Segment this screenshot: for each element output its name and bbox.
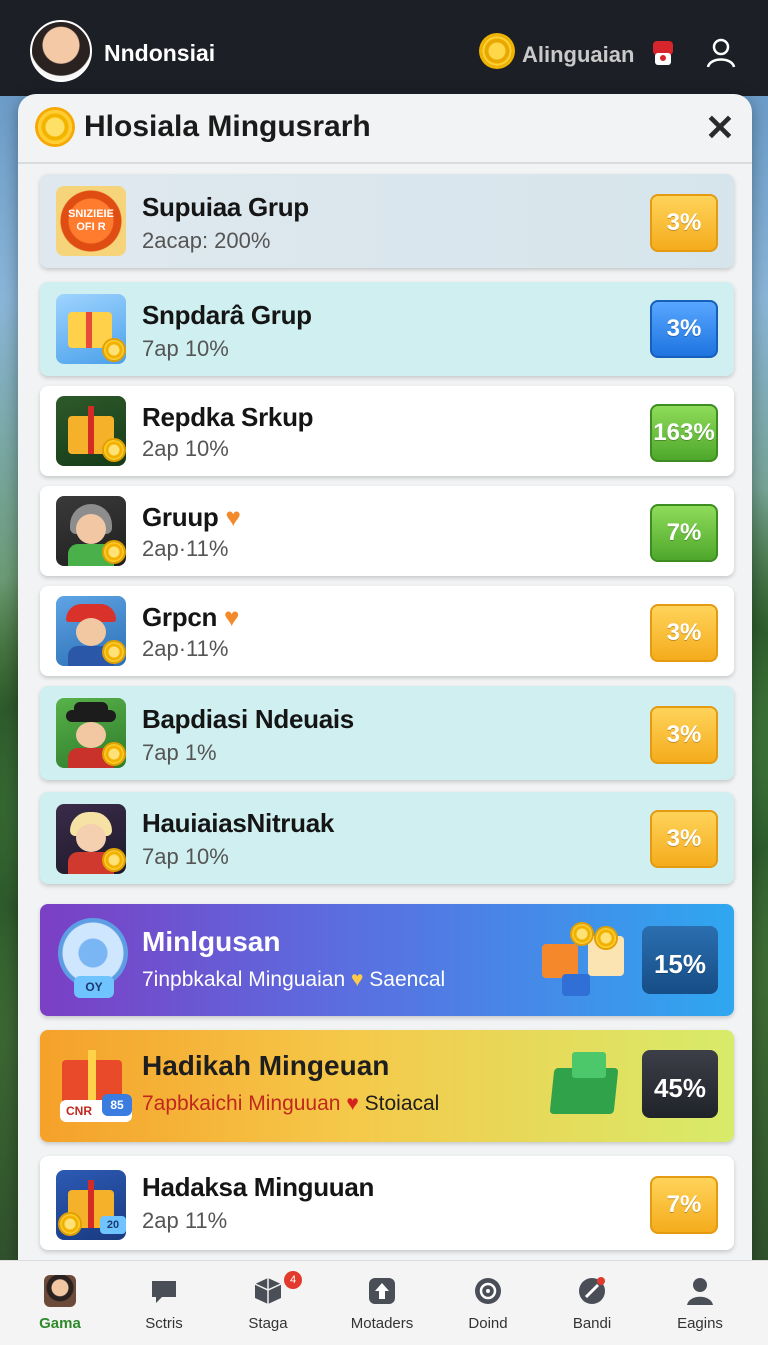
gift-box-icon xyxy=(56,294,126,364)
top-bar: Nndonsiai Alinguaian xyxy=(0,0,768,96)
profile-icon xyxy=(687,1278,713,1305)
percent-badge[interactable]: 3% xyxy=(650,194,718,252)
list-item[interactable]: SNIZIEIE OFI R Supuiaa Grup 2acap: 200% … xyxy=(40,174,734,268)
list-item[interactable]: Repdka Srkup 2ap 10% 163% xyxy=(40,386,734,476)
row-subtitle: 2ap·11% xyxy=(142,636,229,661)
row-subtitle: 2acap: 200% xyxy=(142,228,271,253)
nav-item-moderators[interactable]: Motaders xyxy=(328,1261,436,1345)
percent-badge[interactable]: 45% xyxy=(642,1050,718,1118)
nav-item-doind[interactable]: Doind xyxy=(434,1261,542,1345)
promo-title: Hadikah Mingeuan xyxy=(142,1050,390,1081)
coin-label[interactable]: Alinguaian xyxy=(522,42,634,68)
heart-icon: ♥ xyxy=(350,968,364,991)
promo-banner-gift[interactable]: CNR 85 Hadikah Mingeuan 7apbkaichi Mingu… xyxy=(40,1030,734,1142)
row-title: Hadaksa Minguuan xyxy=(142,1172,375,1202)
row-subtitle: 7ap 1% xyxy=(142,740,217,765)
percent-badge[interactable]: 3% xyxy=(650,604,718,662)
sun-icon xyxy=(38,110,72,144)
row-subtitle: 7ap 10% xyxy=(142,844,229,869)
percent-badge[interactable]: 3% xyxy=(650,706,718,764)
nav-item-stage[interactable]: 4 Staga xyxy=(214,1261,322,1345)
heart-icon: ♥ xyxy=(346,1092,359,1115)
green-chest-icon xyxy=(546,1048,626,1120)
modal-header: Hlosiala Mingusrarh ✕ xyxy=(18,94,752,164)
row-title: Supuiaa Grup xyxy=(142,192,309,222)
weekly-bonus-modal: Hlosiala Mingusrarh ✕ SNIZIEIE OFI R Sup… xyxy=(18,94,752,1264)
nav-item-chat[interactable]: Sctris xyxy=(110,1261,218,1345)
avatar-gray-hair-icon xyxy=(56,496,126,566)
avatar-blonde-icon xyxy=(56,804,126,874)
list-item[interactable]: 20 Hadaksa Minguuan 2ap 11% 7% xyxy=(40,1156,734,1250)
target-icon xyxy=(475,1278,501,1304)
row-subtitle: 7ap 10% xyxy=(142,336,229,361)
percent-badge[interactable]: 7% xyxy=(650,1176,718,1234)
percent-badge[interactable]: 163% xyxy=(650,404,718,462)
sale-badge-icon: SNIZIEIE OFI R xyxy=(56,186,126,256)
promo-subtitle: 7inpbkakal Minguaian ♥ Saencal xyxy=(142,968,446,991)
map-pin-icon xyxy=(579,1277,605,1304)
present-icon: 20 xyxy=(56,1170,126,1240)
percent-badge[interactable]: 7% xyxy=(650,504,718,562)
list-item[interactable]: Grpcn ♥ 2ap·11% 3% xyxy=(40,586,734,676)
avatar-black-hat-icon xyxy=(56,698,126,768)
list-item[interactable]: Snpdarâ Grup 7ap 10% 3% xyxy=(40,282,734,376)
row-title: Snpdarâ Grup xyxy=(142,300,312,330)
row-subtitle: 2ap 11% xyxy=(142,1208,228,1233)
row-title: Bapdiasi Ndeuais xyxy=(142,704,354,734)
percent-badge[interactable]: 15% xyxy=(642,926,718,994)
row-title: HauiaiasNitruak xyxy=(142,808,335,838)
nav-item-game[interactable]: Gama xyxy=(6,1261,114,1345)
promo-banner-weekly[interactable]: OY Minlgusan 7inpbkakal Minguaian ♥ Saen… xyxy=(40,904,734,1016)
coin-icon xyxy=(482,36,512,66)
notification-badge: 4 xyxy=(284,1271,302,1289)
sale-badge-text: SNIZIEIE OFI R xyxy=(68,208,114,233)
row-subtitle: 2ap 10% xyxy=(142,436,229,461)
promo-subtitle: 7apbkaichi Minguuan ♥ Stoiacal xyxy=(142,1092,440,1115)
promo-tag-secondary: 85 xyxy=(102,1094,132,1116)
row-title: Repdka Srkup xyxy=(142,402,314,432)
heart-icon: ♥ xyxy=(225,502,241,532)
row-title: Grpcn ♥ xyxy=(142,602,240,632)
row-subtitle: 2ap·11% xyxy=(142,536,229,561)
nav-item-eagins[interactable]: Eagins xyxy=(646,1261,754,1345)
count-tag: 20 xyxy=(100,1216,126,1234)
list-item[interactable]: HauiaiasNitruak 7ap 10% 3% xyxy=(40,792,734,884)
promo-title: Minlgusan xyxy=(142,926,281,957)
box-icon xyxy=(254,1278,282,1304)
profile-icon[interactable] xyxy=(704,36,738,70)
percent-badge[interactable]: 3% xyxy=(650,810,718,868)
row-title: Gruup ♥ xyxy=(142,502,241,532)
modal-title: Hlosiala Mingusrarh xyxy=(84,110,371,143)
bottom-nav: Gama Sctris 4 Staga Motaders Doind Bandi… xyxy=(0,1260,768,1345)
notification-icon[interactable] xyxy=(646,36,680,70)
present-icon xyxy=(56,396,126,466)
user-avatar[interactable] xyxy=(30,20,92,82)
upload-icon xyxy=(369,1278,395,1304)
promo-tag: OY xyxy=(74,976,114,998)
list-item[interactable]: Gruup ♥ 2ap·11% 7% xyxy=(40,486,734,576)
heart-icon: ♥ xyxy=(224,602,240,632)
chat-icon xyxy=(152,1281,176,1303)
avatar-icon xyxy=(44,1275,76,1307)
avatar-red-hat-icon xyxy=(56,596,126,666)
percent-badge[interactable]: 3% xyxy=(650,300,718,358)
coins-gifts-icon xyxy=(532,922,636,1000)
nav-item-bandi[interactable]: Bandi xyxy=(538,1261,646,1345)
close-button[interactable]: ✕ xyxy=(700,108,740,148)
list-item[interactable]: Bapdiasi Ndeuais 7ap 1% 3% xyxy=(40,686,734,780)
username: Nndonsiai xyxy=(104,40,216,66)
